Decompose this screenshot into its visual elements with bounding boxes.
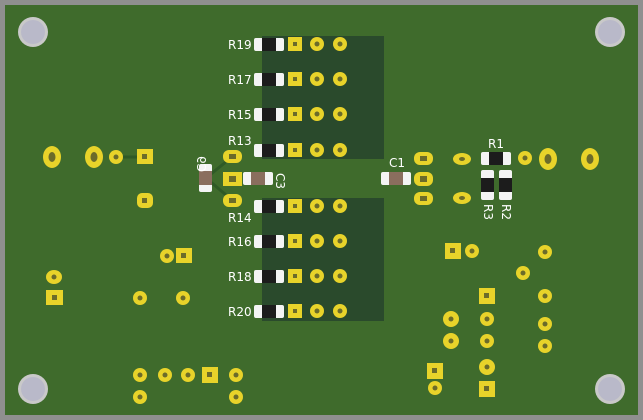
c1-pads [414, 152, 433, 205]
pcb-render: R19 R17 R15 R13 R14 R16 R18 R20 C1 R1 C3… [0, 0, 643, 420]
mounting-hole-tl [18, 17, 48, 47]
mounting-hole-tr [595, 17, 625, 47]
label-r2: R2 [499, 204, 513, 220]
label-r16: R16 [228, 235, 252, 249]
label-r14: R14 [228, 211, 252, 225]
capacitor-c1 [381, 172, 411, 185]
resistor-r1 [481, 152, 511, 165]
label-r3: R3 [481, 204, 495, 220]
label-r15: R15 [228, 108, 252, 122]
label-r19: R19 [228, 38, 252, 52]
label-r13: R13 [228, 134, 252, 148]
label-c1: C1 [389, 156, 405, 170]
label-c3: C3 [273, 173, 287, 189]
resistor-r2 [499, 170, 512, 200]
mounting-hole-bl [18, 374, 48, 404]
copper-zone-bottom [262, 198, 384, 321]
label-c9-flipped: C9 [194, 156, 208, 172]
label-r17: R17 [228, 73, 252, 87]
center-pads [223, 150, 242, 207]
label-r1: R1 [488, 137, 504, 151]
label-r18: R18 [228, 270, 252, 284]
copper-zone-top [262, 36, 384, 159]
resistor-r3 [481, 170, 494, 200]
mounting-hole-br [595, 374, 625, 404]
capacitor-c3 [243, 172, 273, 185]
label-r20: R20 [228, 305, 252, 319]
